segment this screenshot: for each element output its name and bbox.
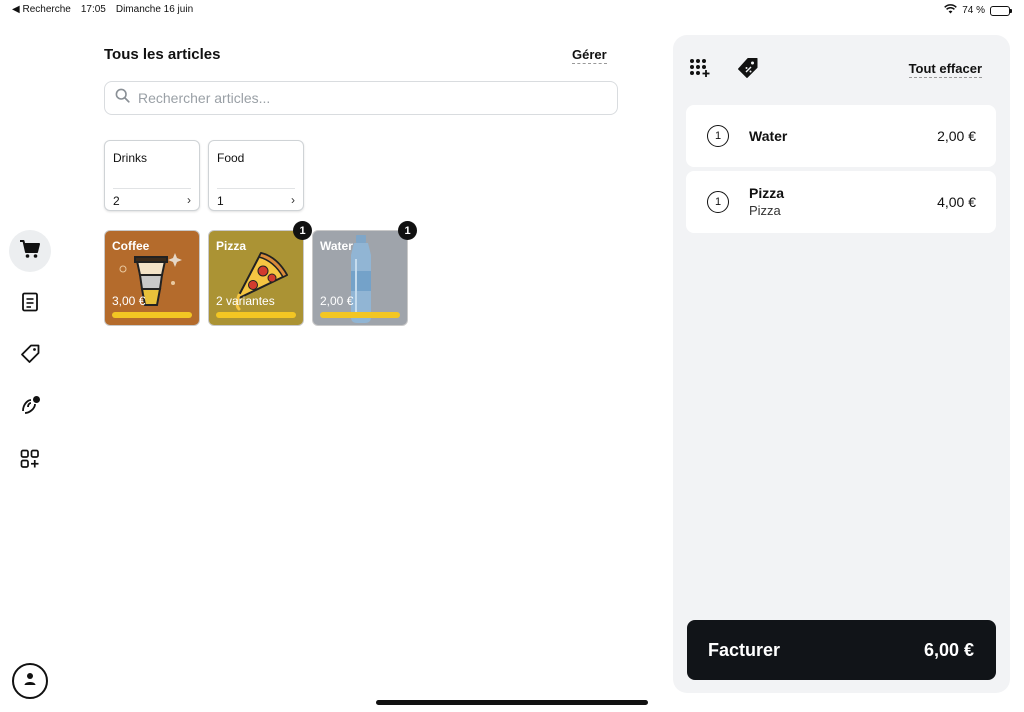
chevron-right-icon: › [187,193,191,207]
discount-button[interactable] [735,57,761,83]
line-quantity: 1 [707,125,729,147]
item-name: Coffee [112,239,150,253]
sidebar [0,0,62,712]
line-item-name: Pizza [749,185,785,201]
item-color-bar [112,312,192,318]
search-icon [115,88,130,108]
category-card-drinks[interactable]: Drinks 2 › [104,140,200,211]
category-name: Food [217,151,245,165]
cart-line-water[interactable]: 1 Water 2,00 € [686,105,996,167]
line-item-variant: Pizza [749,203,781,218]
item-tile-coffee[interactable]: Coffee 3,00 € [104,230,200,326]
item-color-bar [320,312,400,318]
charge-button[interactable]: Facturer 6,00 € [687,620,996,680]
status-date: Dimanche 16 juin [115,4,194,15]
category-count: 1 [217,194,224,208]
customers-icon [19,395,41,422]
category-name: Drinks [113,151,148,165]
cart-line-pizza[interactable]: 1 Pizza Pizza 4,00 € [686,171,996,233]
clear-all-button[interactable]: Tout effacer [908,61,982,78]
receipt-icon [21,292,39,317]
user-icon [22,671,38,692]
item-tile-water[interactable]: Water 2,00 € [312,230,408,326]
item-color-bar [216,312,296,318]
cart-icon [19,239,41,264]
status-time: 17:05 [80,4,106,15]
charge-label: Facturer [708,640,781,660]
item-name: Pizza [216,239,247,253]
sidebar-item-items[interactable] [9,335,51,377]
sidebar-item-customers[interactable] [9,387,51,429]
page-title: Tous les articles [104,46,221,63]
chevron-right-icon: › [291,193,295,207]
item-tile-pizza[interactable]: Pizza 2 variantes [208,230,304,326]
wifi-icon [944,4,958,17]
tag-icon [20,344,40,369]
keypad-button[interactable] [687,57,713,83]
line-item-price: 4,00 € [937,194,976,210]
cart-total: 6,00 € [923,640,974,660]
profile-button[interactable] [12,663,48,699]
sidebar-item-checkout[interactable] [9,230,51,272]
keypad-icon [689,58,711,83]
item-name: Water [320,239,353,253]
home-indicator[interactable] [376,700,648,705]
status-bar: ◀ Recherche 17:05 Dimanche 16 juin 74 % [0,0,1024,20]
cart-panel: Tout effacer 1 Water 2,00 € 1 Pizza Pizz… [673,35,1010,693]
line-quantity: 1 [707,191,729,213]
sidebar-item-more-apps[interactable] [9,440,51,482]
apps-add-icon [20,449,40,474]
line-item-price: 2,00 € [937,128,976,144]
discount-tag-icon [737,57,759,84]
quantity-badge: 1 [293,221,312,240]
line-item-name: Water [749,128,788,144]
battery-percent: 74 % [962,5,985,16]
search-input[interactable] [138,90,598,106]
manage-button[interactable]: Gérer [572,47,607,64]
item-variants: 2 variantes [216,294,275,308]
battery-icon [990,5,1012,16]
item-price: 3,00 € [112,294,146,308]
quantity-badge: 1 [398,221,417,240]
category-divider [217,188,295,189]
item-price: 2,00 € [320,294,354,308]
search-bar[interactable] [104,81,618,115]
sidebar-item-transactions[interactable] [9,283,51,325]
category-divider [113,188,191,189]
category-count: 2 [113,194,120,208]
category-card-food[interactable]: Food 1 › [208,140,304,211]
